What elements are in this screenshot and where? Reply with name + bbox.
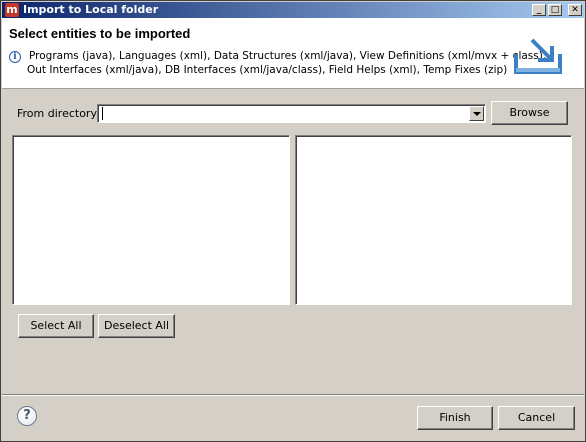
description-line-2: Out Interfaces (xml/java), DB Interfaces…	[27, 64, 508, 76]
from-directory-input[interactable]	[101, 106, 461, 120]
finish-button[interactable]: Finish	[417, 406, 493, 430]
window-title: Import to Local folder	[23, 3, 159, 16]
browse-button[interactable]: Browse	[491, 101, 568, 125]
text-caret	[102, 107, 103, 120]
import-dialog: m Import to Local folder _ □ ✕ Select en…	[0, 0, 586, 442]
footer-divider-highlight	[2, 395, 584, 396]
from-directory-label: From directory:	[17, 107, 100, 120]
description-line-1: Programs (java), Languages (xml), Data S…	[29, 50, 547, 62]
deselect-all-button[interactable]: Deselect All	[98, 314, 175, 338]
import-tray-icon	[514, 38, 562, 74]
app-icon: m	[5, 3, 19, 17]
chevron-down-icon[interactable]	[469, 106, 484, 121]
maximize-button[interactable]: □	[548, 4, 562, 16]
page-title: Select entities to be imported	[9, 26, 191, 41]
entity-list[interactable]	[295, 135, 572, 305]
title-bar[interactable]: m Import to Local folder _ □ ✕	[2, 2, 584, 18]
help-icon[interactable]: ?	[17, 406, 37, 426]
from-directory-combo[interactable]	[97, 104, 486, 123]
info-icon: i	[9, 51, 21, 63]
cancel-button[interactable]: Cancel	[498, 406, 575, 430]
source-tree-list[interactable]	[12, 135, 290, 305]
minimize-button[interactable]: _	[532, 4, 546, 16]
select-all-button[interactable]: Select All	[18, 314, 94, 338]
header-banner: Select entities to be imported i Program…	[2, 18, 584, 89]
close-button[interactable]: ✕	[568, 4, 582, 16]
